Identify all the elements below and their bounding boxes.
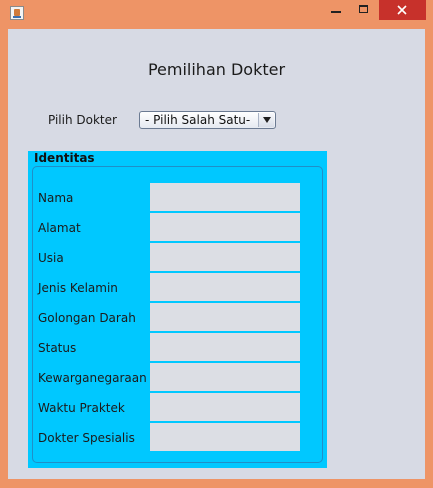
title-bar[interactable]: [0, 0, 433, 28]
close-icon: [397, 5, 407, 15]
minimize-button[interactable]: [322, 0, 350, 20]
identitas-panel: Identitas Nama Alamat Usia Jenis Kelamin…: [28, 151, 327, 468]
minimize-icon: [331, 11, 341, 13]
alamat-label: Alamat: [38, 221, 81, 235]
java-app-icon[interactable]: [10, 6, 24, 20]
maximize-icon: [359, 5, 368, 13]
kewarganegaraan-field[interactable]: [150, 363, 300, 391]
waktu-praktek-label: Waktu Praktek: [38, 401, 125, 415]
close-button[interactable]: [379, 0, 426, 20]
dokter-spesialis-field[interactable]: [150, 423, 300, 451]
nama-label: Nama: [38, 191, 74, 205]
golongan-darah-field[interactable]: [150, 303, 300, 331]
content-pane: Pemilihan Dokter Pilih Dokter - Pilih Sa…: [8, 29, 425, 479]
pick-doctor-label: Pilih Dokter: [48, 113, 117, 127]
app-window: Pemilihan Dokter Pilih Dokter - Pilih Sa…: [0, 0, 433, 488]
nama-field[interactable]: [150, 183, 300, 211]
usia-label: Usia: [38, 251, 64, 265]
kewarganegaraan-label: Kewarganegaraan: [38, 371, 147, 385]
alamat-field[interactable]: [150, 213, 300, 241]
jenis-kelamin-label: Jenis Kelamin: [38, 281, 118, 295]
waktu-praktek-field[interactable]: [150, 393, 300, 421]
identitas-title: Identitas: [34, 151, 95, 165]
status-label: Status: [38, 341, 77, 355]
doctor-select-value: - Pilih Salah Satu-: [145, 113, 251, 127]
jenis-kelamin-field[interactable]: [150, 273, 300, 301]
golongan-darah-label: Golongan Darah: [38, 311, 136, 325]
dokter-spesialis-label: Dokter Spesialis: [38, 431, 135, 445]
maximize-button[interactable]: [350, 0, 378, 20]
doctor-select[interactable]: - Pilih Salah Satu-: [139, 111, 276, 129]
page-title: Pemilihan Dokter: [147, 60, 286, 79]
status-field[interactable]: [150, 333, 300, 361]
chevron-down-icon[interactable]: [258, 113, 274, 127]
usia-field[interactable]: [150, 243, 300, 271]
